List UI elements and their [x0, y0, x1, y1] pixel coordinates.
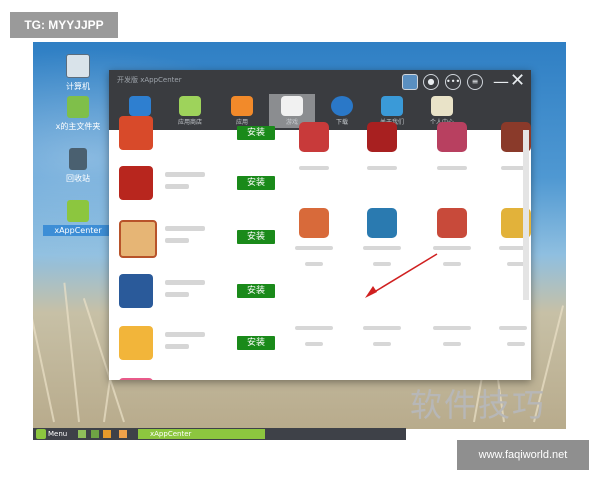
app-icon [119, 166, 153, 200]
install-button[interactable]: 安装 [237, 176, 275, 190]
red-arrow-annotation [365, 253, 438, 298]
app-icon [119, 220, 157, 258]
xappcenter-window: 开发版 xAppCenter ● ••• ≡ — ✕ 已安装 应用商店 应用 游… [109, 70, 531, 380]
computer-icon [66, 54, 90, 78]
window-titlebar: 开发版 xAppCenter ● ••• ≡ — ✕ [109, 70, 531, 92]
game-list: 安装 安装 安装 安装 安装 [109, 116, 281, 380]
gamepad-icon [281, 96, 303, 116]
desktop-icon-trash[interactable]: 回收站 [43, 148, 113, 184]
install-button[interactable]: 安装 [237, 230, 275, 244]
menu-lines-icon[interactable]: ≡ [467, 74, 483, 90]
list-item: 安装 [115, 214, 281, 266]
show-desktop-icon[interactable] [78, 430, 86, 438]
close-button[interactable]: ✕ [510, 70, 525, 91]
list-item: 安装 [115, 268, 281, 320]
taskbar-menu-button[interactable]: Menu [48, 429, 67, 439]
chat-bubbles-icon [381, 96, 403, 116]
list-item: 安装 [115, 110, 281, 162]
brand-watermark: 软件技巧 [410, 386, 547, 424]
taskbar-item-xappcenter[interactable]: xAppCenter [138, 429, 265, 439]
menu-icon[interactable] [36, 429, 46, 439]
app-icon [119, 274, 153, 308]
list-item: 安装 [115, 320, 281, 372]
watermark-tg: TG: MYYJJPP [10, 12, 118, 38]
id-card-icon [431, 96, 453, 116]
trash-icon [69, 148, 87, 170]
list-item: 安装 [115, 160, 281, 212]
install-button[interactable]: 安装 [237, 284, 275, 298]
chat-icon[interactable]: ••• [445, 74, 461, 90]
game-tile[interactable] [437, 208, 467, 238]
appstore-icon[interactable] [119, 430, 127, 438]
minimize-button[interactable]: — [493, 72, 509, 91]
install-button[interactable]: 安装 [237, 126, 275, 140]
folder-icon [67, 96, 89, 118]
site-watermark: www.faqiworld.net [457, 440, 589, 470]
app-icon [119, 116, 153, 150]
game-tile[interactable] [299, 208, 329, 238]
desktop-icon-computer[interactable]: 计算机 [43, 54, 113, 92]
taskbar: Menu xAppCenter [33, 428, 406, 440]
game-tile[interactable] [299, 122, 329, 152]
user-icon[interactable]: ● [423, 74, 439, 90]
app-icon [119, 378, 153, 380]
game-tile[interactable] [367, 122, 397, 152]
app-icon [119, 326, 153, 360]
game-tile[interactable] [367, 208, 397, 238]
xappcenter-icon [67, 200, 89, 222]
window-title: 开发版 xAppCenter [117, 76, 182, 84]
download-icon [331, 96, 353, 116]
list-item [115, 372, 281, 380]
skin-icon[interactable] [402, 74, 418, 90]
install-button[interactable]: 安装 [237, 336, 275, 350]
browser-icon[interactable] [103, 430, 111, 438]
desktop-icon-home-folder[interactable]: x的主文件夹 [43, 96, 113, 132]
terminal-icon[interactable] [91, 430, 99, 438]
game-tile[interactable] [437, 122, 467, 152]
desktop-icon-xappcenter[interactable]: xAppCenter [43, 200, 113, 236]
scrollbar[interactable] [523, 130, 529, 300]
